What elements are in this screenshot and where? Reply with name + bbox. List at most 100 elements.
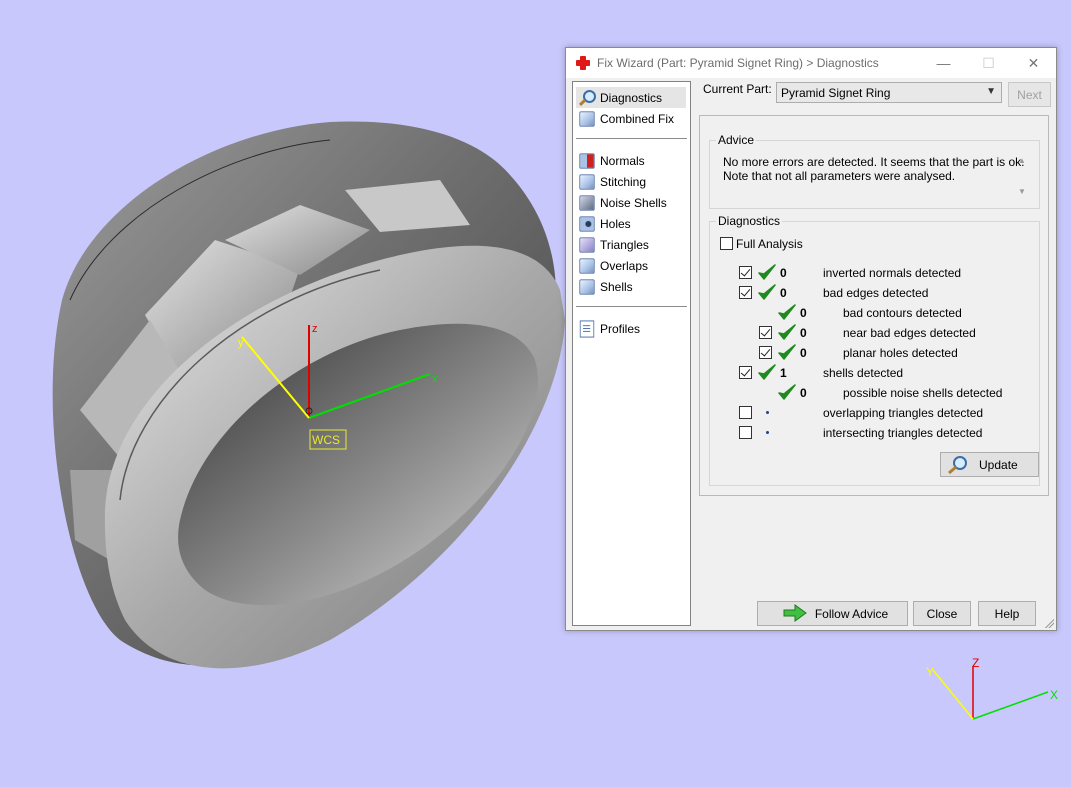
green-check-icon (778, 304, 796, 320)
diagnostic-checkbox[interactable] (759, 326, 772, 339)
wcs-y-label: y (238, 337, 244, 349)
stitching-icon (579, 173, 595, 190)
update-button[interactable]: Update (940, 452, 1039, 477)
pending-dot-icon (766, 431, 769, 434)
magnifier-icon (578, 89, 596, 107)
diagnostic-label: bad contours detected (843, 306, 962, 320)
help-button[interactable]: Help (978, 601, 1036, 626)
diagnostics-title: Diagnostics (716, 214, 783, 228)
green-check-icon (778, 324, 796, 340)
diagnostic-label: bad edges detected (823, 286, 929, 300)
profiles-icon (579, 319, 595, 338)
close-button[interactable]: Close (913, 601, 971, 626)
nav-item-combined-fix[interactable]: Combined Fix (576, 108, 686, 129)
diagnostic-checkbox[interactable] (739, 286, 752, 299)
diagnostic-count: 0 (800, 386, 807, 400)
close-window-button[interactable]: ✕ (1011, 48, 1056, 78)
current-part-value: Pyramid Signet Ring (781, 85, 891, 100)
nav-item-label: Stitching (600, 174, 647, 189)
advice-group: Advice No more errors are detected. It s… (709, 133, 1040, 209)
dialog-titlebar[interactable]: Fix Wizard (Part: Pyramid Signet Ring) >… (566, 48, 1056, 78)
wcs-z-label: z (312, 323, 318, 335)
follow-advice-button[interactable]: Follow Advice (757, 601, 908, 626)
nav-item-overlaps[interactable]: Overlaps (576, 255, 686, 276)
diagnostic-count: 0 (800, 326, 807, 340)
diagnostic-label: near bad edges detected (843, 326, 976, 340)
advice-text: No more errors are detected. It seems th… (719, 153, 1032, 199)
scroll-down-icon[interactable]: ▼ (1015, 184, 1029, 198)
orientation-axes: Z X Y (926, 656, 1058, 720)
full-analysis-checkbox[interactable] (720, 237, 733, 250)
diagnostic-checkbox[interactable] (739, 406, 752, 419)
dialog-title: Fix Wizard (Part: Pyramid Signet Ring) >… (597, 56, 879, 70)
diagnostic-label: intersecting triangles detected (823, 426, 983, 440)
arrow-right-icon (783, 603, 807, 624)
diagnostic-label: possible noise shells detected (843, 386, 1003, 400)
red-cross-app-icon (575, 55, 591, 71)
diagnostic-count: 0 (780, 266, 787, 280)
mini-y-label: Y (926, 665, 934, 679)
shells-icon (579, 278, 595, 295)
diagnostic-label: shells detected (823, 366, 904, 380)
fix-wizard-dialog[interactable]: Fix Wizard (Part: Pyramid Signet Ring) >… (565, 47, 1057, 631)
normals-icon (579, 152, 595, 169)
diagnostic-count: 0 (800, 346, 807, 360)
pending-dot-icon (766, 411, 769, 414)
follow-advice-label: Follow Advice (814, 606, 889, 621)
diagnostic-count: 1 (780, 366, 787, 380)
nav-item-label: Triangles (600, 237, 649, 252)
diagnostic-label: overlapping triangles detected (823, 406, 984, 420)
diagnostics-panel: Advice No more errors are detected. It s… (699, 115, 1049, 496)
diagnostics-group: Diagnostics Full Analysis 0 inverted norm… (709, 214, 1040, 486)
nav-item-label: Noise Shells (600, 195, 667, 210)
noise-shells-icon (579, 194, 595, 211)
overlaps-icon (579, 257, 595, 274)
minimize-button[interactable]: — (921, 48, 966, 78)
diagnostic-checkbox[interactable] (739, 426, 752, 439)
cube-icon (579, 110, 595, 127)
diagnostic-label: inverted normals detected (823, 266, 962, 280)
wcs-x-label: x (432, 373, 438, 385)
nav-item-noise-shells[interactable]: Noise Shells (576, 192, 686, 213)
nav-item-profiles[interactable]: Profiles (576, 318, 686, 339)
mini-x-label: X (1050, 688, 1058, 702)
diagnostic-checkbox[interactable] (739, 366, 752, 379)
nav-item-holes[interactable]: Holes (576, 213, 686, 234)
nav-item-stitching[interactable]: Stitching (576, 171, 686, 192)
diagnostic-count: 0 (780, 286, 787, 300)
green-check-icon (778, 384, 796, 400)
chevron-down-icon: ▼ (986, 86, 996, 97)
scroll-up-icon[interactable]: ▲ (1015, 153, 1029, 167)
current-part-label: Current Part: (703, 82, 772, 96)
green-check-icon (758, 364, 776, 380)
maximize-button[interactable]: ☐ (966, 48, 1011, 78)
diagnostic-checkbox[interactable] (739, 266, 752, 279)
current-part-select[interactable]: Pyramid Signet Ring ▼ (776, 82, 1002, 103)
nav-item-shells[interactable]: Shells (576, 276, 686, 297)
nav-item-label: Combined Fix (600, 111, 675, 126)
green-check-icon (758, 284, 776, 300)
nav-item-normals[interactable]: Normals (576, 150, 686, 171)
wcs-label: WCS (312, 433, 340, 447)
nav-item-label: Diagnostics (600, 90, 663, 105)
diagnostic-label: planar holes detected (843, 346, 958, 360)
magnifier-icon (947, 455, 971, 475)
update-label: Update (979, 457, 1018, 472)
nav-separator (576, 306, 687, 307)
diagnostic-checkbox[interactable] (759, 346, 772, 359)
nav-item-diagnostics[interactable]: Diagnostics (576, 87, 686, 108)
triangles-icon (579, 236, 595, 253)
full-analysis-label: Full Analysis (736, 237, 803, 251)
nav-item-label: Overlaps (600, 258, 649, 273)
nav-item-label: Profiles (600, 321, 641, 336)
green-check-icon (758, 264, 776, 280)
advice-title: Advice (716, 133, 757, 147)
nav-separator (576, 138, 687, 139)
mini-z-label: Z (972, 656, 979, 670)
wizard-nav: Diagnostics Combined Fix Normals Stitchi… (572, 81, 691, 626)
diagnostic-count: 0 (800, 306, 807, 320)
next-button[interactable]: Next (1008, 82, 1051, 107)
nav-item-triangles[interactable]: Triangles (576, 234, 686, 255)
nav-item-label: Holes (600, 216, 631, 231)
resize-grip-icon[interactable] (1044, 618, 1054, 628)
